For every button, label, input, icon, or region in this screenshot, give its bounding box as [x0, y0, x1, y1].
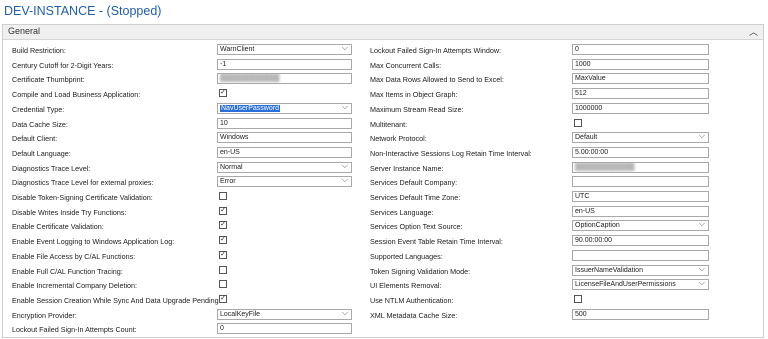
property-row-services-default-time-zone: Services Default Time Zone: UTC	[3, 191, 763, 204]
property-value: IssuerNameValidation	[575, 266, 643, 274]
redacted-value: ████████████	[575, 163, 635, 171]
property-textbox[interactable]: ████████████	[572, 161, 709, 173]
property-dropdown[interactable]: Default	[572, 132, 709, 144]
property-row-services-language: Services Language: en-US	[3, 205, 763, 219]
property-label: Use NTLM Authentication:	[370, 295, 454, 305]
section-label: General	[8, 26, 41, 36]
property-value: 512	[575, 90, 587, 98]
property-textbox[interactable]: 500	[572, 308, 709, 320]
property-label: Max Concurrent Calls:	[370, 60, 442, 70]
property-label: XML Metadata Cache Size:	[370, 310, 458, 320]
property-label: Lockout Failed Sign-In Attempts Window:	[370, 46, 502, 55]
property-value: 5.00:00:00	[575, 148, 609, 156]
property-label: UI Elements Removal:	[370, 281, 442, 291]
property-row-services-option-text-source: Services Option Text Source: OptionCaptio…	[3, 220, 763, 233]
property-row-maximum-stream-read-size: Maximum Stream Read Size: 1000000	[3, 102, 763, 116]
property-label: Services Option Text Source:	[370, 222, 463, 232]
property-label: Services Default Company:	[370, 178, 458, 188]
window-title: DEV-INSTANCE - (Stopped)	[4, 4, 162, 18]
property-row-max-items-in-object-graph: Max Items in Object Graph: 512	[3, 88, 763, 101]
property-row-use-ntlm-authentication: Use NTLM Authentication:	[3, 294, 763, 307]
property-row-lockout-failed-sign-in-attempts-window: Lockout Failed Sign-In Attempts Window: 0	[3, 44, 763, 57]
property-label: Session Event Table Retain Time Interval…	[370, 237, 503, 247]
property-textbox[interactable]: 0	[217, 323, 352, 335]
property-value: UTC	[575, 193, 590, 200]
property-label: Max Data Rows Allowed to Send to Excel:	[370, 75, 504, 85]
property-textbox[interactable]: 512	[572, 88, 709, 100]
property-row-lockout-failed-sign-in-attempts-count: Lockout Failed Sign-In Attempts Count: 0	[3, 323, 763, 336]
property-value: 90.00:00:00	[575, 237, 612, 245]
property-row-non-interactive-sessions-log-retain-time-interval: Non-Interactive Sessions Log Retain Time…	[3, 146, 763, 160]
property-textbox[interactable]: 1000	[572, 58, 709, 70]
property-label: Token Signing Validation Mode:	[370, 266, 471, 276]
section-header-general[interactable]: General ︿	[3, 25, 763, 40]
property-label: Max Items in Object Graph:	[370, 90, 458, 100]
property-value: 1000000	[575, 104, 603, 112]
property-textbox[interactable]: UTC	[572, 191, 709, 202]
property-label: Multitenant:	[370, 119, 408, 129]
property-label: Network Protocol:	[370, 134, 427, 144]
property-row-token-signing-validation-mode: Token Signing Validation Mode: IssuerName…	[3, 264, 763, 278]
property-value: LicenseFileAndUserPermissions	[575, 281, 676, 289]
general-panel: General ︿ Build Restriction:WarnClientCe…	[2, 24, 764, 338]
property-value: 500	[575, 310, 587, 318]
property-checkbox[interactable]	[574, 118, 582, 127]
property-label: Services Language:	[370, 207, 434, 217]
property-value: 1000	[575, 60, 591, 68]
property-value: en-US	[575, 207, 595, 215]
property-textbox[interactable]: 1000000	[572, 102, 709, 114]
property-textbox[interactable]: en-US	[572, 205, 709, 217]
property-value: OptionCaption	[575, 222, 620, 230]
property-row-services-default-company: Services Default Company:	[3, 176, 763, 189]
property-textbox[interactable]	[572, 176, 709, 188]
property-textbox[interactable]: 90.00:00:00	[572, 235, 709, 247]
chevron-up-icon[interactable]: ︿	[749, 25, 758, 38]
property-row-session-event-table-retain-time-interval: Session Event Table Retain Time Interval…	[3, 235, 763, 248]
property-row-max-data-rows-allowed-to-send-to-excel: Max Data Rows Allowed to Send to Excel: M…	[3, 73, 763, 86]
property-textbox[interactable]: MaxValue	[572, 73, 709, 85]
property-row-multitenant: Multitenant:	[3, 118, 763, 131]
property-dropdown[interactable]: IssuerNameValidation	[572, 264, 709, 276]
property-label: Maximum Stream Read Size:	[370, 104, 464, 114]
property-row-ui-elements-removal: UI Elements Removal: LicenseFileAndUserPe…	[3, 279, 763, 292]
property-label: Lockout Failed Sign-In Attempts Count:	[12, 325, 137, 335]
property-label: Server Instance Name:	[370, 163, 444, 173]
property-row-server-instance-name: Server Instance Name: ████████████	[3, 161, 763, 175]
property-row-max-concurrent-calls: Max Concurrent Calls: 1000	[3, 58, 763, 72]
property-textbox[interactable]: 5.00:00:00	[572, 146, 709, 158]
property-value: 0	[575, 46, 579, 53]
property-checkbox[interactable]	[574, 294, 582, 303]
property-row-xml-metadata-cache-size: XML Metadata Cache Size: 500	[3, 308, 763, 322]
property-dropdown[interactable]: LicenseFileAndUserPermissions	[572, 279, 709, 291]
property-row-supported-languages: Supported Languages:	[3, 249, 763, 263]
property-value: MaxValue	[575, 75, 606, 83]
property-textbox[interactable]: 0	[572, 44, 709, 55]
property-textbox[interactable]	[572, 249, 709, 261]
property-label: Supported Languages:	[370, 251, 443, 261]
property-row-network-protocol: Network Protocol: Default	[3, 132, 763, 145]
property-value: Default	[575, 134, 598, 142]
property-dropdown[interactable]: OptionCaption	[572, 220, 709, 232]
property-value: 0	[220, 325, 224, 333]
property-label: Non-Interactive Sessions Log Retain Time…	[370, 148, 532, 158]
property-label: Services Default Time Zone:	[370, 193, 461, 202]
